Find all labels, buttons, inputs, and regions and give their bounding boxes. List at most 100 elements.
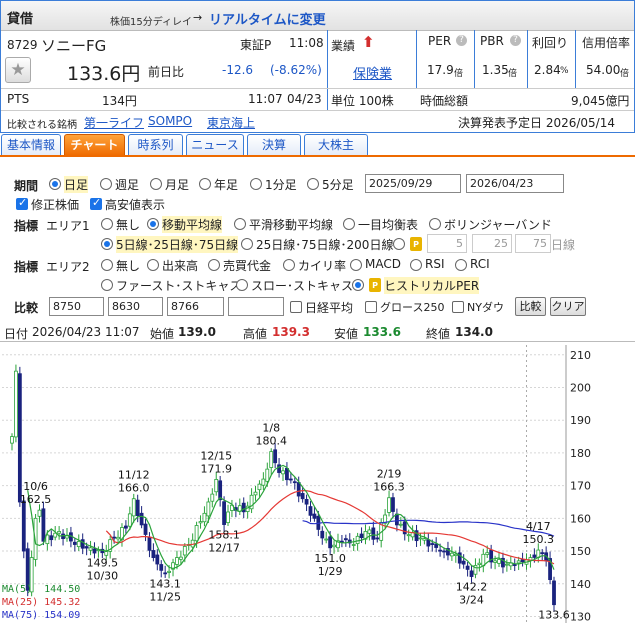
- tab-news[interactable]: ニュース: [186, 134, 244, 156]
- highlow-label: 高安値表示: [105, 198, 166, 212]
- annotation-value: 149.5: [87, 557, 119, 570]
- candle: [497, 559, 501, 564]
- area1-bollinger-radio[interactable]: [429, 218, 441, 230]
- yield-label: 利回り: [532, 36, 569, 50]
- info-low: 133.6: [363, 325, 401, 339]
- ma-custom-2-input[interactable]: 25: [472, 234, 512, 253]
- compare-button[interactable]: 比較: [515, 297, 546, 316]
- industry-link[interactable]: 保険業: [353, 63, 392, 82]
- price-chart[interactable]: 130 140 150 160 170 180 190 200 210 10/6162.5 149.…: [0, 323, 635, 623]
- compare-code-3-input[interactable]: 8766: [167, 297, 224, 316]
- tab-chart[interactable]: チャート: [64, 134, 125, 156]
- highlow-checkbox[interactable]: [90, 196, 102, 210]
- period-5min-radio[interactable]: [307, 178, 319, 190]
- area2-none-radio[interactable]: [101, 259, 113, 271]
- annotation-value: 133.6: [538, 609, 570, 622]
- ma-custom-unit: 日線: [551, 238, 576, 252]
- nikkei-checkbox[interactable]: [290, 301, 302, 313]
- area2-rci-radio[interactable]: [455, 259, 467, 271]
- compare-link-tokio-marine[interactable]: 東京海上: [207, 114, 255, 131]
- tab-time-series[interactable]: 時系列: [128, 134, 183, 156]
- help-icon[interactable]: ?: [510, 35, 521, 46]
- annotation-value: 142.2: [456, 581, 488, 594]
- tab-basic-info[interactable]: 基本情報: [1, 134, 61, 156]
- area2-volume-radio[interactable]: [147, 259, 159, 271]
- period-monthly-radio[interactable]: [150, 178, 162, 190]
- period-daily-radio[interactable]: [49, 178, 61, 190]
- pbr-unit: 倍: [508, 69, 518, 79]
- annotation-value: 143.1: [149, 578, 181, 591]
- info-close: 134.0: [455, 325, 493, 339]
- area2-hist-per-radio[interactable]: [352, 279, 364, 291]
- area2-macd-radio[interactable]: [350, 259, 362, 271]
- period-weekly-radio[interactable]: [100, 178, 112, 190]
- industry-label: 業績: [331, 39, 356, 53]
- tab-major-shareholders[interactable]: 大株主: [304, 134, 368, 156]
- adjusted-price-checkbox[interactable]: [16, 196, 28, 210]
- candle: [116, 536, 120, 540]
- candle: [430, 543, 435, 545]
- area2-slow-stoch-radio[interactable]: [236, 279, 248, 291]
- chart-info-bar: 日付 2026/04/23 11:07 始値 139.0 高値 139.3 安値…: [0, 322, 635, 342]
- candle: [520, 559, 525, 563]
- candle: [493, 560, 497, 563]
- date-to-input[interactable]: 2026/04/23: [466, 174, 564, 193]
- margin-category: 貸借: [7, 12, 34, 27]
- y-tick-label: 150: [570, 545, 591, 558]
- market-name: 東証P: [240, 38, 272, 52]
- date-from-input[interactable]: 2025/09/29: [365, 174, 461, 193]
- compare-code-2-input[interactable]: 8630: [108, 297, 163, 316]
- y-tick-label: 180: [570, 447, 591, 460]
- premium-lock-icon: P: [369, 278, 381, 292]
- candle: [76, 541, 81, 548]
- compare-code-4-input[interactable]: [228, 297, 284, 316]
- period-1min-label: 1分足: [265, 178, 297, 192]
- area1-ma-radio[interactable]: [147, 218, 159, 230]
- area1-none-radio[interactable]: [101, 218, 113, 230]
- tab-earnings[interactable]: 決算: [247, 134, 301, 156]
- compare-code-1-input[interactable]: 8750: [49, 297, 104, 316]
- nydow-checkbox[interactable]: [452, 301, 464, 313]
- annotation-date: 11/25: [149, 591, 181, 604]
- growth250-checkbox[interactable]: [365, 301, 377, 313]
- candle: [159, 564, 164, 571]
- area2-turnover-radio[interactable]: [208, 259, 220, 271]
- divider: [575, 30, 576, 89]
- area2-fast-stoch-radio[interactable]: [101, 279, 113, 291]
- candle: [320, 530, 325, 539]
- info-low-label: 安値: [334, 327, 359, 341]
- area1-ichimoku-radio[interactable]: [343, 218, 355, 230]
- area2-fast-stoch-label: ファースト･ストキャス: [116, 279, 242, 293]
- ma-25-75-200-radio[interactable]: [241, 238, 253, 250]
- area1-ema-radio[interactable]: [234, 218, 246, 230]
- annotation-value: 180.4: [255, 435, 287, 448]
- clear-button[interactable]: クリア: [550, 297, 586, 316]
- candle: [210, 493, 215, 502]
- candle: [10, 436, 14, 444]
- period-weekly-label: 週足: [115, 178, 140, 192]
- realtime-link[interactable]: リアルタイムに変更: [209, 9, 326, 28]
- area1-ichimoku-label: 一目均衡表: [358, 218, 419, 232]
- chart-area[interactable]: 130 140 150 160 170 180 190 200 210 10/6 162.5 149.…: [0, 322, 635, 623]
- info-date: 2026/04/23 11:07: [32, 325, 140, 339]
- pbr-value: 1.35: [482, 63, 509, 77]
- ma-custom-3-input[interactable]: 75: [515, 234, 551, 253]
- area2-rsi-radio[interactable]: [410, 259, 422, 271]
- favorite-star-icon[interactable]: ★: [5, 57, 31, 83]
- adjusted-price-label: 修正株価: [31, 198, 80, 212]
- compare-link-sompo[interactable]: SOMPO: [148, 114, 192, 128]
- period-yearly-radio[interactable]: [199, 178, 211, 190]
- period-1min-radio[interactable]: [250, 178, 262, 190]
- ma-custom-radio[interactable]: [393, 238, 405, 250]
- help-icon[interactable]: ?: [456, 35, 467, 46]
- candle: [308, 506, 313, 516]
- compare-link-dai-ichi[interactable]: 第一ライフ: [84, 114, 144, 131]
- candle: [469, 570, 474, 577]
- candle: [214, 479, 219, 493]
- y-tick-label: 190: [570, 414, 591, 427]
- ma-custom-1-input[interactable]: 5: [427, 234, 467, 253]
- ma-25-75-200-label: 25日線･75日線･200日線: [256, 238, 394, 252]
- area2-deviation-radio[interactable]: [283, 259, 295, 271]
- ma-5-25-75-radio[interactable]: [101, 238, 113, 250]
- candle: [387, 497, 391, 513]
